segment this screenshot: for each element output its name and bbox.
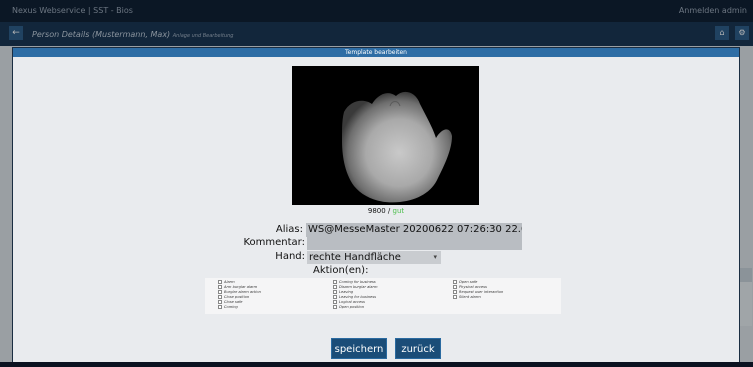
action-checkbox-item[interactable]: Close safe [218, 300, 242, 304]
alias-input[interactable]: WS@MesseMaster 20200622 07:26:30 22.06.2 [306, 223, 522, 237]
action-label: Request user interaction [459, 290, 504, 294]
action-label: Leaving [339, 290, 354, 294]
checkbox[interactable] [218, 305, 222, 309]
checkbox[interactable] [333, 280, 337, 284]
score-separator: / [387, 207, 391, 215]
checkbox[interactable] [453, 290, 457, 294]
checkbox[interactable] [333, 290, 337, 294]
action-label: Logical access [339, 300, 365, 304]
checkbox[interactable] [218, 285, 222, 289]
score-value: 9800 [367, 207, 386, 215]
quality-label: gut [392, 207, 405, 215]
template-edit-dialog: Template bearbeiten 9800 / gut Alias: WS… [12, 47, 740, 363]
comment-input[interactable] [307, 237, 522, 250]
action-label: Open position [339, 305, 364, 309]
hand-label: Hand: [275, 251, 305, 262]
bottom-strip [0, 362, 753, 367]
action-checkbox-item[interactable]: Open safe [453, 280, 477, 284]
action-checkbox-item[interactable]: Burglar alarm action [218, 290, 261, 294]
action-checkbox-item[interactable]: Coming [218, 305, 238, 309]
action-label: Close safe [224, 300, 243, 304]
checkbox[interactable] [333, 300, 337, 304]
palm-vein-image [292, 66, 479, 205]
action-checkbox-item[interactable]: Request user interaction [453, 290, 503, 294]
hand-select[interactable]: rechte Handfläche ▾ [307, 251, 441, 264]
action-label: Leaving for business [339, 295, 376, 299]
checkbox[interactable] [453, 280, 457, 284]
back-button[interactable]: zurück [395, 338, 441, 359]
checkbox[interactable] [218, 280, 222, 284]
chevron-down-icon: ▾ [433, 253, 437, 261]
action-label: Coming [224, 305, 238, 309]
checkbox[interactable] [453, 285, 457, 289]
action-label: Close position [224, 295, 250, 299]
quality-score: 9800 / gut [273, 207, 499, 215]
dialog-title: Template bearbeiten [13, 48, 739, 57]
action-checkbox-item[interactable]: Arm burglar alarm [218, 285, 257, 289]
action-label: Coming for business [339, 280, 376, 284]
actions-checkbox-list: Alarm Arm burglar alarm Burglar alarm acti… [205, 278, 561, 314]
save-button[interactable]: speichern [331, 338, 387, 359]
hand-select-value: rechte Handfläche [309, 252, 401, 263]
action-checkbox-item[interactable]: Open position [333, 305, 364, 309]
checkbox[interactable] [218, 290, 222, 294]
action-checkbox-item[interactable]: Physical access [453, 285, 487, 289]
palm-image-graphic [292, 66, 479, 205]
action-checkbox-item[interactable]: Close position [218, 295, 249, 299]
checkbox[interactable] [218, 295, 222, 299]
action-checkbox-item[interactable]: Logical access [333, 300, 365, 304]
checkbox[interactable] [218, 300, 222, 304]
action-checkbox-item[interactable]: Leaving for business [333, 295, 376, 299]
checkbox[interactable] [333, 295, 337, 299]
action-checkbox-item[interactable]: Silent alarm [453, 295, 481, 299]
action-label: Silent alarm [459, 295, 481, 299]
comment-label: Kommentar: [243, 237, 305, 248]
action-label: Alarm [224, 280, 235, 284]
action-checkbox-item[interactable]: Alarm [218, 280, 235, 284]
action-label: Open safe [459, 280, 478, 284]
checkbox[interactable] [333, 285, 337, 289]
action-checkbox-item[interactable]: Disarm burglar alarm [333, 285, 377, 289]
checkbox[interactable] [453, 295, 457, 299]
actions-title: Aktion(en): [313, 265, 369, 276]
action-checkbox-item[interactable]: Leaving [333, 290, 353, 294]
action-label: Burglar alarm action [224, 290, 261, 294]
alias-label: Alias: [275, 224, 303, 235]
action-checkbox-item[interactable]: Coming for business [333, 280, 376, 284]
action-label: Arm burglar alarm [224, 285, 258, 289]
action-label: Disarm burglar alarm [339, 285, 378, 289]
action-label: Physical access [459, 285, 487, 289]
checkbox[interactable] [333, 305, 337, 309]
